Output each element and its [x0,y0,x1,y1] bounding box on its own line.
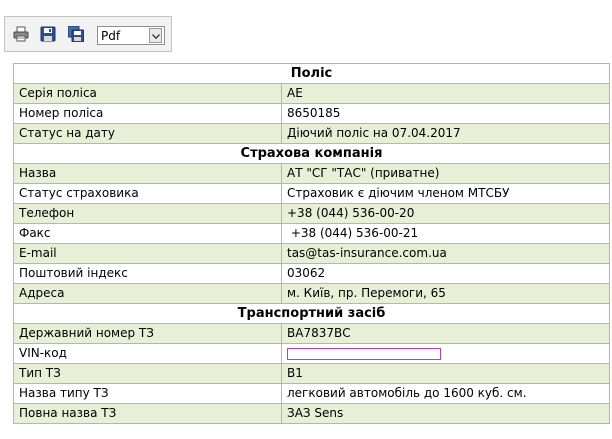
row-value: АТ "СГ "ТАС" (приватне) [281,163,610,184]
row-label: Адреса [13,283,282,304]
dropdown-button[interactable] [149,28,162,43]
policy-info-table: Поліс Серія поліса АЕ Номер поліса 8650185… [13,63,610,424]
save-all-button[interactable] [68,26,84,42]
row-label: Телефон [13,203,282,224]
section-title-insurer: Страхова компанія [13,143,610,164]
row-value: легковий автомобіль до 1600 куб. см. [281,383,610,404]
row-value: +38 (044) 536-00-20 [281,203,610,224]
row-value: м. Київ, пр. Перемоги, 65 [281,283,610,304]
row-value: 8650185 [281,103,610,124]
print-button[interactable] [13,26,29,42]
table-row: Статус страховика Страховик є діючим член… [13,183,610,204]
row-value: Страховик є діючим членом МТСБУ [281,183,610,204]
row-label: Номер поліса [13,103,282,124]
row-value: В1 [281,363,610,384]
row-value: АЕ [281,83,610,104]
row-value [281,343,610,364]
table-row: Поштовий індекс 03062 [13,263,610,284]
floppy-disk-icon [40,26,56,42]
printer-icon [13,26,29,42]
table-row: Статус на дату Діючий поліс на 07.04.2017 [13,123,610,144]
table-row: Факс +38 (044) 536-00-21 [13,223,610,244]
row-label: Тип ТЗ [13,363,282,384]
row-label: VIN-код [13,343,282,364]
table-row: Серія поліса АЕ [13,83,610,104]
row-value: ВА7837ВС [281,323,610,344]
table-row: Назва АТ "СГ "ТАС" (приватне) [13,163,610,184]
row-value: Діючий поліс на 07.04.2017 [281,123,610,144]
row-label: Повна назва ТЗ [13,403,282,424]
table-row: Тип ТЗ В1 [13,363,610,384]
row-value: tas@tas-insurance.com.ua [281,243,610,264]
table-row: Повна назва ТЗ ЗАЗ Sens [13,403,610,424]
row-label: Державний номер ТЗ [13,323,282,344]
row-label: Серія поліса [13,83,282,104]
row-label: Назва типу ТЗ [13,383,282,404]
table-row: Назва типу ТЗ легковий автомобіль до 1600… [13,383,610,404]
floppy-disks-icon [68,26,84,42]
row-value: ЗАЗ Sens [281,403,610,424]
report-toolbar: Pdf [4,16,172,52]
row-label: Назва [13,163,282,184]
row-label: Поштовий індекс [13,263,282,284]
table-row: Номер поліса 8650185 [13,103,610,124]
export-format-select[interactable]: Pdf [97,26,165,45]
row-label: Статус на дату [13,123,282,144]
row-label: Факс [13,223,282,244]
vin-code-field[interactable] [287,348,441,360]
section-title-vehicle: Транспортний засіб [13,303,610,324]
save-button[interactable] [40,26,56,42]
row-value: 03062 [281,263,610,284]
table-row: Державний номер ТЗ ВА7837ВС [13,323,610,344]
row-value: +38 (044) 536-00-21 [281,223,610,244]
chevron-down-icon [152,34,160,39]
row-label: E-mail [13,243,282,264]
table-row: Телефон +38 (044) 536-00-20 [13,203,610,224]
table-row: Адреса м. Київ, пр. Перемоги, 65 [13,283,610,304]
section-title-policy: Поліс [13,63,610,84]
row-label: Статус страховика [13,183,282,204]
export-format-value: Pdf [101,29,121,43]
table-row: VIN-код [13,343,610,364]
table-row: E-mail tas@tas-insurance.com.ua [13,243,610,264]
